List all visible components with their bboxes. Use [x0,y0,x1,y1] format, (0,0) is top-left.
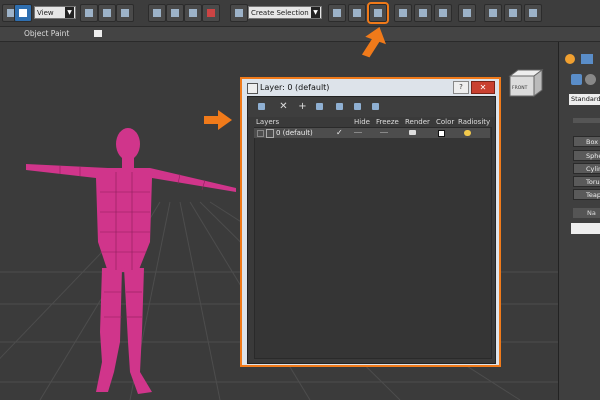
highlight-selected-icon[interactable] [334,101,345,112]
object-type-dropdown[interactable]: Standard P [569,94,600,105]
ribbon-options-icon[interactable] [94,30,102,37]
percent-snap-icon[interactable] [184,4,202,22]
modify-tab-icon[interactable] [581,54,593,64]
select-object-icon[interactable] [14,4,32,22]
create-layer-icon[interactable] [256,101,267,112]
layer-name[interactable]: 0 (default) [276,129,313,137]
current-layer-check-icon[interactable]: ✓ [336,128,343,137]
render-setup-icon[interactable] [484,4,502,22]
column-color[interactable]: Color [436,118,454,126]
angle-snap-icon[interactable] [166,4,184,22]
ribbon-toggle-icon[interactable] [394,4,412,22]
ribbon-bar: Object Paint [0,27,600,42]
mirror-icon[interactable] [328,4,346,22]
character-mesh[interactable] [26,128,236,394]
chevron-down-icon: ▼ [311,7,320,18]
expand-icon[interactable] [257,130,264,137]
layer-icon [266,129,274,138]
layer-manager-icon[interactable] [367,2,389,24]
render-production-icon[interactable] [524,4,542,22]
box-button[interactable]: Box [573,136,600,147]
curve-editor-icon[interactable] [414,4,432,22]
layer-list[interactable] [254,127,492,359]
hide-all-layers-icon[interactable] [352,101,363,112]
render-teapot-icon[interactable] [409,130,416,135]
name-color-rollout[interactable]: Na [573,208,600,218]
annotation-arrow-up-icon [361,26,386,58]
freeze-toggle-icon[interactable] [380,132,388,133]
column-freeze[interactable]: Freeze [376,118,399,126]
select-by-name-icon[interactable] [80,4,98,22]
dialog-title: Layer: 0 (default) [260,83,330,92]
help-button[interactable]: ? [453,81,469,94]
column-layers[interactable]: Layers [256,118,279,126]
ribbon-tab-object-paint[interactable]: Object Paint [24,29,69,38]
layer-toolbar: ✕ + [248,97,495,117]
hide-toggle-icon[interactable] [354,132,362,133]
annotation-arrow-right-icon [204,110,232,130]
spinner-snap-icon[interactable] [202,4,220,22]
teapot-button[interactable]: Teapo [573,189,600,200]
torus-button[interactable]: Torus [573,176,600,187]
main-toolbar: View ▼ Create Selection Se ▼ [0,0,600,27]
layer-dialog-icon [247,83,258,94]
create-tab-icon[interactable] [565,54,575,64]
layer-dialog-body: ✕ + Layers Hide Freeze Render Color Radi… [247,96,496,364]
object-name-input[interactable] [571,223,600,234]
viewcube-label: FRONT [512,85,528,91]
edit-named-selection-icon[interactable] [230,4,248,22]
chevron-down-icon: ▼ [65,7,74,18]
object-type-rollout[interactable] [573,118,600,123]
layer-manager-dialog: Layer: 0 (default) ? ✕ ✕ + Layers Hide F… [240,77,501,367]
column-hide[interactable]: Hide [354,118,370,126]
shapes-icon[interactable] [585,74,596,85]
layer-row[interactable]: 0 (default) ✓ [254,128,490,138]
cylinder-button[interactable]: Cylind [573,163,600,174]
snap-3-icon[interactable] [148,4,166,22]
layer-column-headers: Layers Hide Freeze Render Color Radiosit… [254,117,490,127]
rendered-frame-icon[interactable] [504,4,522,22]
column-radiosity[interactable]: Radiosity [458,118,490,126]
move-icon[interactable] [98,4,116,22]
delete-layer-icon[interactable]: ✕ [278,101,289,112]
select-highlighted-icon[interactable] [314,101,325,112]
command-panel: Standard P Box Spher Cylind Torus Teapo … [558,42,600,400]
geometry-icon[interactable] [571,74,582,85]
material-editor-icon[interactable] [458,4,476,22]
freeze-all-layers-icon[interactable] [370,101,381,112]
selection-set-dropdown[interactable]: Create Selection Se ▼ [248,6,322,19]
sphere-button[interactable]: Spher [573,150,600,161]
layer-color-swatch[interactable] [438,130,445,137]
radiosity-icon[interactable] [464,130,471,136]
column-render[interactable]: Render [405,118,430,126]
add-to-layer-icon[interactable]: + [297,101,308,112]
close-button[interactable]: ✕ [471,81,495,94]
align-icon[interactable] [348,4,366,22]
rotate-icon[interactable] [116,4,134,22]
schematic-view-icon[interactable] [434,4,452,22]
view-dropdown[interactable]: View ▼ [34,6,76,19]
viewcube[interactable]: FRONT [508,69,544,97]
